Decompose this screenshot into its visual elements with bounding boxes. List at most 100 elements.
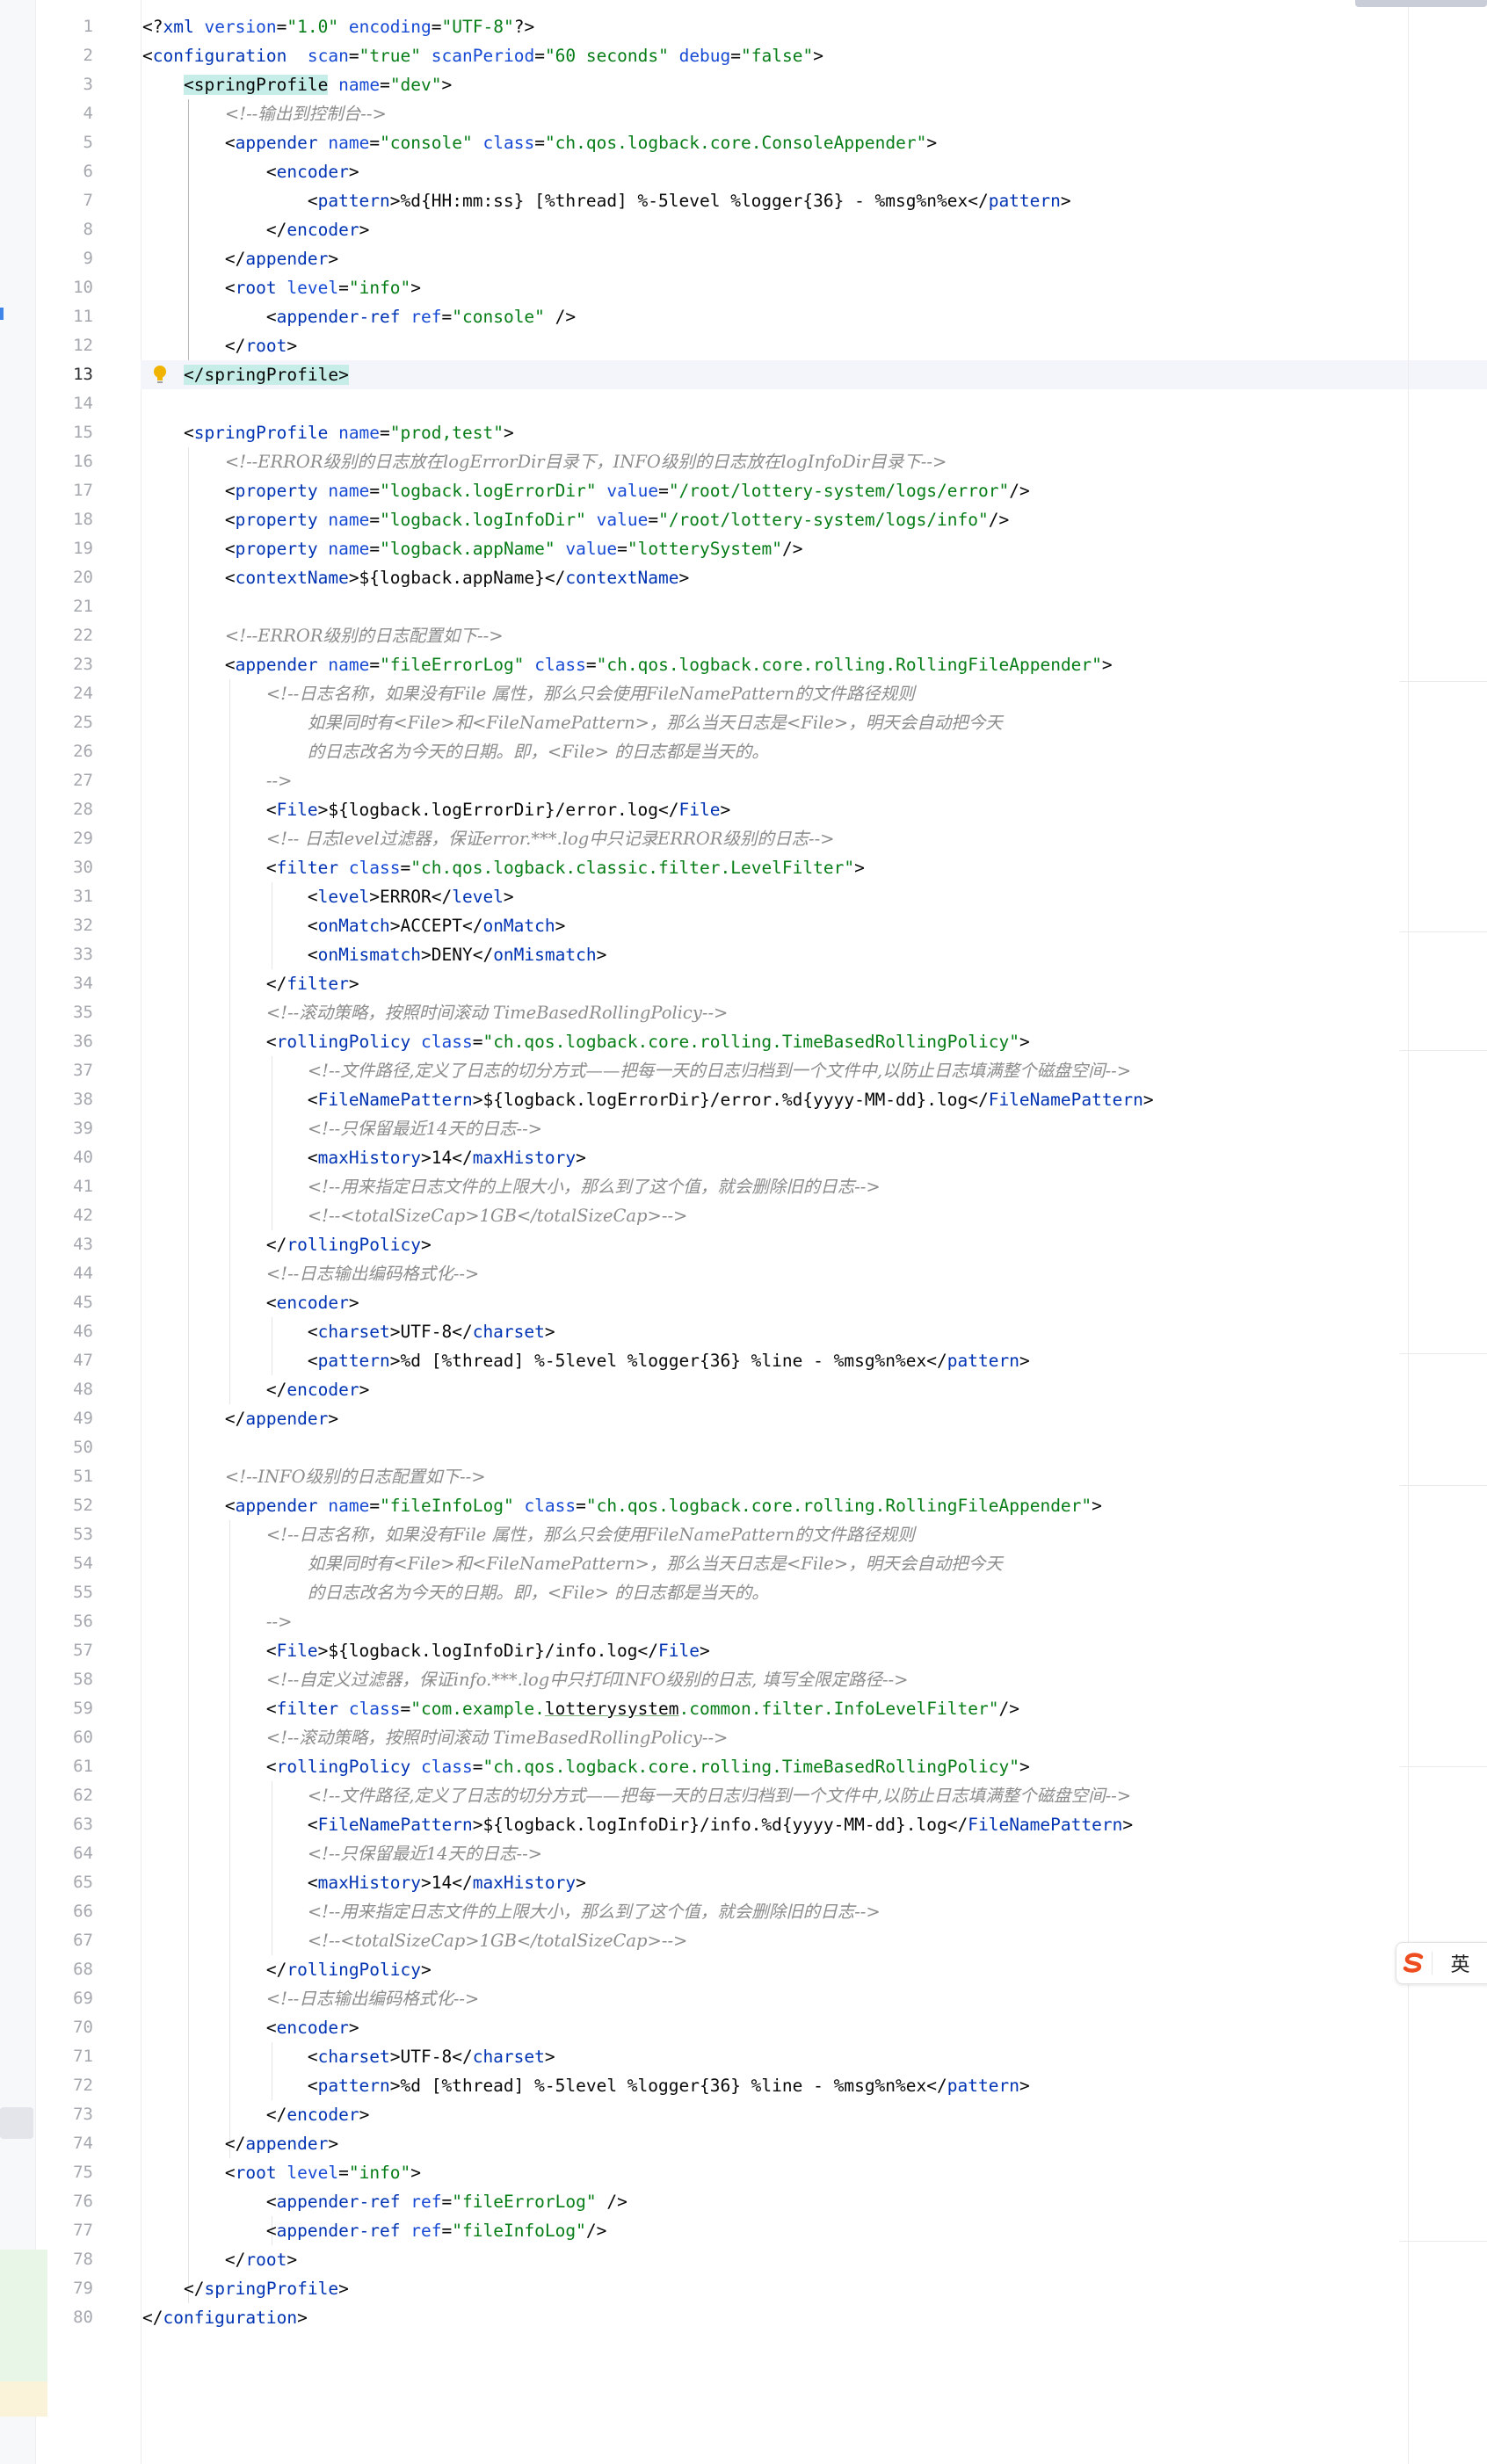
lightbulb-icon[interactable] (151, 364, 169, 387)
code-token: "false" (741, 46, 814, 66)
code-line[interactable]: 如果同时有<File>和<FileNamePattern>，那么当天日志是<Fi… (142, 708, 1003, 737)
code-line[interactable]: <!--ERROR级别的日志配置如下--> (142, 621, 504, 650)
horizontal-scrollbar-thumb[interactable] (1355, 0, 1487, 7)
code-line[interactable]: <appender name="fileInfoLog" class="ch.q… (142, 1491, 1102, 1520)
strip-marker (1399, 681, 1487, 683)
code-line[interactable]: </filter> (142, 969, 359, 998)
code-token: < (142, 1148, 318, 1168)
code-line[interactable]: <appender-ref ref="console" /> (142, 302, 576, 331)
code-line[interactable]: <pattern>%d{HH:mm:ss} [%thread] %-5level… (142, 186, 1071, 215)
code-line[interactable]: <level>ERROR</level> (142, 882, 514, 911)
code-line[interactable]: <FileNamePattern>${logback.logErrorDir}/… (142, 1085, 1154, 1114)
code-line[interactable]: </encoder> (142, 215, 369, 244)
code-line[interactable]: <springProfile name="dev"> (142, 70, 452, 99)
code-token: <!-- 日志level过滤器，保证error.***.log中只记录ERROR… (265, 829, 835, 849)
code-token: < (142, 1757, 277, 1777)
code-line[interactable]: </encoder> (142, 2100, 369, 2129)
code-line[interactable]: <!--输出到控制台--> (142, 99, 387, 128)
code-line[interactable]: </appender> (142, 2129, 338, 2158)
code-line[interactable]: <?xml version="1.0" encoding="UTF-8"?> (142, 12, 534, 41)
code-line[interactable]: <!--用来指定日志文件的上限大小，那么到了这个值，就会删除旧的日志--> (142, 1897, 881, 1926)
code-line[interactable]: </encoder> (142, 1375, 369, 1404)
code-line[interactable]: <contextName>${logback.appName}</context… (142, 563, 689, 592)
code-line[interactable]: <root level="info"> (142, 2158, 421, 2187)
code-line[interactable]: </springProfile> (142, 360, 349, 389)
code-line[interactable]: </springProfile> (142, 2274, 349, 2303)
code-line[interactable]: <!--只保留最近14天的日志--> (142, 1839, 542, 1868)
code-line[interactable]: <!--ERROR级别的日志放在logErrorDir目录下，INFO级别的日志… (142, 447, 947, 476)
code-line[interactable]: <filter class="ch.qos.logback.classic.fi… (142, 853, 865, 882)
code-line[interactable]: <filter class="com.example.lotterysystem… (142, 1694, 1019, 1723)
sogou-logo-icon[interactable] (1396, 1943, 1432, 1983)
code-line[interactable]: <!-- 日志level过滤器，保证error.***.log中只记录ERROR… (142, 824, 835, 853)
ime-language-toggle[interactable]: 英 (1433, 1949, 1487, 1977)
code-line[interactable]: <onMismatch>DENY</onMismatch> (142, 940, 607, 969)
code-token: pattern (988, 191, 1061, 211)
code-token: --> (265, 1612, 293, 1632)
code-line[interactable]: 如果同时有<File>和<FileNamePattern>，那么当天日志是<Fi… (142, 1549, 1003, 1578)
code-line[interactable]: <!--用来指定日志文件的上限大小，那么到了这个值，就会删除旧的日志--> (142, 1172, 881, 1201)
code-line[interactable]: </configuration> (142, 2303, 308, 2332)
input-method-widget[interactable]: 英 (1396, 1942, 1487, 1984)
code-line[interactable]: <appender name="fileErrorLog" class="ch.… (142, 650, 1113, 679)
code-line[interactable]: <pattern>%d [%thread] %-5level %logger{3… (142, 2071, 1030, 2100)
code-line[interactable]: <onMatch>ACCEPT</onMatch> (142, 911, 566, 940)
code-token: > (359, 2105, 370, 2125)
code-token: "1.0" (287, 17, 339, 37)
code-line[interactable]: <maxHistory>14</maxHistory> (142, 1868, 586, 1897)
code-line[interactable]: <property name="logback.logErrorDir" val… (142, 476, 1030, 505)
code-line[interactable]: <encoder> (142, 2013, 359, 2042)
code-line[interactable]: <appender-ref ref="fileErrorLog" /> (142, 2187, 627, 2216)
code-line[interactable]: <rollingPolicy class="ch.qos.logback.cor… (142, 1752, 1030, 1781)
code-line[interactable]: <!--日志名称，如果没有File 属性，那么只会使用FileNamePatte… (142, 679, 915, 708)
code-line[interactable]: <!--文件路径,定义了日志的切分方式——把每一天的日志归档到一个文件中,以防止… (142, 1781, 1131, 1810)
code-line[interactable]: <!--滚动策略，按照时间滚动 TimeBasedRollingPolicy--… (142, 998, 728, 1027)
code-line[interactable]: <File>${logback.logInfoDir}/info.log</Fi… (142, 1636, 710, 1665)
code-editor[interactable]: <?xml version="1.0" encoding="UTF-8"?> <c… (0, 0, 1487, 2464)
code-line[interactable]: <!--日志名称，如果没有File 属性，那么只会使用FileNamePatte… (142, 1520, 915, 1549)
code-line[interactable]: </root> (142, 331, 297, 360)
code-line[interactable]: 的日志改名为今天的日期。即，<File> 的日志都是当天的。 (142, 1578, 769, 1607)
code-line[interactable]: </rollingPolicy> (142, 1955, 432, 1984)
code-line[interactable]: <configuration scan="true" scanPeriod="6… (142, 41, 823, 70)
code-line[interactable]: <appender name="console" class="ch.qos.l… (142, 128, 937, 157)
code-line[interactable]: </root> (142, 2245, 297, 2274)
code-line[interactable]: <maxHistory>14</maxHistory> (142, 1143, 586, 1172)
code-line[interactable]: <encoder> (142, 157, 359, 186)
code-line[interactable]: --> (142, 1607, 293, 1636)
code-token: >UTF-8</ (389, 2047, 473, 2067)
code-token: </ (142, 220, 287, 240)
code-line[interactable]: <root level="info"> (142, 273, 421, 302)
code-line[interactable]: <!--文件路径,定义了日志的切分方式——把每一天的日志归档到一个文件中,以防止… (142, 1056, 1131, 1085)
code-line[interactable]: <!--滚动策略，按照时间滚动 TimeBasedRollingPolicy--… (142, 1723, 728, 1752)
code-line[interactable]: <!--自定义过滤器，保证info.***.log中只打印INFO级别的日志, … (142, 1665, 909, 1694)
code-line[interactable]: </appender> (142, 244, 338, 273)
code-line[interactable]: <property name="logback.appName" value="… (142, 534, 803, 563)
code-line[interactable]: <pattern>%d [%thread] %-5level %logger{3… (142, 1346, 1030, 1375)
code-line[interactable]: <!--日志输出编码格式化--> (142, 1259, 479, 1288)
code-line[interactable]: <!--<totalSizeCap>1GB</totalSizeCap>--> (142, 1201, 688, 1230)
code-line[interactable]: <File>${logback.logErrorDir}/error.log</… (142, 795, 730, 824)
code-line[interactable]: <appender-ref ref="fileInfoLog"/> (142, 2216, 606, 2245)
code-token: > (1019, 1032, 1030, 1052)
code-line[interactable]: <!--日志输出编码格式化--> (142, 1984, 479, 2013)
code-line[interactable]: </rollingPolicy> (142, 1230, 432, 1259)
code-line[interactable]: <!--<totalSizeCap>1GB</totalSizeCap>--> (142, 1926, 688, 1955)
code-line[interactable]: <property name="logback.logInfoDir" valu… (142, 505, 1009, 534)
code-token: charset (472, 1322, 545, 1342)
code-line[interactable]: <FileNamePattern>${logback.logInfoDir}/i… (142, 1810, 1133, 1839)
code-line[interactable]: <encoder> (142, 1288, 359, 1317)
code-line[interactable]: </appender> (142, 1404, 338, 1433)
code-line[interactable]: <!--INFO级别的日志配置如下--> (142, 1462, 486, 1491)
code-line[interactable]: --> (142, 766, 293, 795)
code-line[interactable]: <charset>UTF-8</charset> (142, 1317, 555, 1346)
code-line[interactable]: <rollingPolicy class="ch.qos.logback.cor… (142, 1027, 1030, 1056)
code-line[interactable]: <charset>UTF-8</charset> (142, 2042, 555, 2071)
code-line[interactable]: 的日志改名为今天的日期。即，<File> 的日志都是当天的。 (142, 737, 769, 766)
code-token: > (1122, 1815, 1134, 1835)
code-line[interactable]: <!--只保留最近14天的日志--> (142, 1114, 542, 1143)
code-line[interactable]: <springProfile name="prod,test"> (142, 418, 514, 447)
